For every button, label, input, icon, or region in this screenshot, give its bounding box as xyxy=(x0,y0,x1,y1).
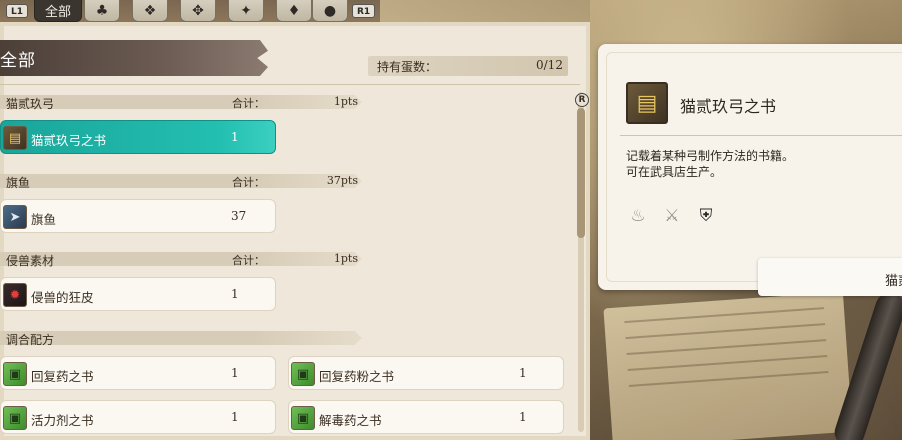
cooking-pot-icon: ♨ xyxy=(630,206,646,226)
recipe-icon: ▣ xyxy=(3,362,27,386)
tab-pot[interactable]: ♦ xyxy=(276,0,312,22)
book-icon: ▤ xyxy=(626,82,668,124)
category-total-label: 合计： xyxy=(232,254,265,267)
egg-count-value: 0/12 xyxy=(536,58,563,72)
item-name: 旗鱼 xyxy=(31,212,57,227)
item-name: 回复药之书 xyxy=(31,369,94,384)
list-item[interactable]: ▣ 回复药粉之书 1 xyxy=(288,356,564,390)
category-total-value: 1pts xyxy=(333,95,358,108)
scenery-paper xyxy=(603,291,853,440)
category-header: 旗鱼 合计： 37pts xyxy=(0,174,368,190)
tab-bird[interactable]: ✦ xyxy=(228,0,264,22)
item-quantity: 1 xyxy=(231,366,239,380)
tab-wyvern[interactable]: ✥ xyxy=(180,0,216,22)
recipe-icon: ▣ xyxy=(291,362,315,386)
category-name: 旗鱼 xyxy=(6,176,31,190)
bird-icon: ✦ xyxy=(240,2,252,19)
category-total-label: 合计： xyxy=(232,97,265,110)
egg-count-label: 持有蛋数： xyxy=(377,60,438,74)
detail-footer-text: 猫贰 xyxy=(885,274,902,289)
category-total-value: 37pts xyxy=(326,174,358,187)
scrollbar-thumb[interactable] xyxy=(577,108,585,238)
category-bar xyxy=(0,331,362,345)
detail-description-line: 可在武具店生产。 xyxy=(626,165,723,179)
list-item[interactable]: ✹ 侵兽的狂皮 1 xyxy=(0,277,276,311)
detail-title: 猫贰玖弓之书 xyxy=(680,97,777,116)
fork-knife-icon: ⚔ xyxy=(664,206,680,226)
category-header: 猫贰玖弓 合计： 1pts xyxy=(0,95,368,111)
list-item[interactable]: ▣ 解毒药之书 1 xyxy=(288,400,564,434)
list-item[interactable]: ▣ 活力剂之书 1 xyxy=(0,400,276,434)
tab-all[interactable]: 全部 xyxy=(34,0,82,22)
monster-icon: ♣ xyxy=(95,2,109,19)
tab-egg[interactable]: ● xyxy=(312,0,348,22)
category-total-label: 合计： xyxy=(232,176,265,189)
detail-icons: ♨ ⚔ ⛨ xyxy=(626,204,718,228)
detail-description: 记载着某种弓制作方法的书籍。 可在武具店生产。 xyxy=(626,148,794,180)
book-icon: ▤ xyxy=(3,126,27,150)
r-stick-hint: R xyxy=(575,93,589,107)
hide-icon: ✹ xyxy=(3,283,27,307)
tab-fish[interactable]: ❖ xyxy=(132,0,168,22)
item-name: 回复药粉之书 xyxy=(319,369,395,384)
header-banner xyxy=(0,40,268,76)
item-name: 侵兽的狂皮 xyxy=(31,290,94,305)
page-title: 全部 xyxy=(0,51,36,71)
category-name: 调合配方 xyxy=(6,333,55,347)
category-name: 侵兽素材 xyxy=(6,254,55,268)
list-item[interactable]: ▤ 猫贰玖弓之书 1 xyxy=(0,120,276,154)
l1-button-hint: L1 xyxy=(6,4,28,18)
armor-icon: ⛨ xyxy=(694,204,718,228)
item-name: 解毒药之书 xyxy=(319,413,382,428)
item-quantity: 1 xyxy=(231,130,239,144)
item-name: 活力剂之书 xyxy=(31,413,94,428)
recipe-icon: ▣ xyxy=(291,406,315,430)
wyvern-icon: ✥ xyxy=(192,2,204,19)
item-quantity: 1 xyxy=(231,410,239,424)
list-divider xyxy=(0,84,580,85)
pot-icon: ♦ xyxy=(287,2,301,19)
item-name: 猫贰玖弓之书 xyxy=(31,133,107,148)
item-quantity: 37 xyxy=(231,209,247,223)
tab-monster[interactable]: ♣ xyxy=(84,0,120,22)
fish-icon: ➤ xyxy=(3,205,27,229)
category-total-value: 1pts xyxy=(333,252,358,265)
tab-all-label: 全部 xyxy=(44,5,71,20)
fish-icon: ❖ xyxy=(143,2,157,19)
list-item[interactable]: ▣ 回复药之书 1 xyxy=(0,356,276,390)
item-quantity: 1 xyxy=(519,366,527,380)
egg-icon: ● xyxy=(323,2,337,19)
category-name: 猫贰玖弓 xyxy=(6,97,55,111)
detail-description-line: 记载着某种弓制作方法的书籍。 xyxy=(626,149,795,163)
r1-button-hint: R1 xyxy=(352,4,376,18)
detail-footer-tab[interactable] xyxy=(758,258,902,296)
category-header: 调合配方 xyxy=(0,331,368,347)
detail-divider xyxy=(620,135,902,136)
item-quantity: 1 xyxy=(519,410,527,424)
recipe-icon: ▣ xyxy=(3,406,27,430)
item-quantity: 1 xyxy=(231,287,239,301)
list-item[interactable]: ➤ 旗鱼 37 xyxy=(0,199,276,233)
category-header: 侵兽素材 合计： 1pts xyxy=(0,252,368,268)
